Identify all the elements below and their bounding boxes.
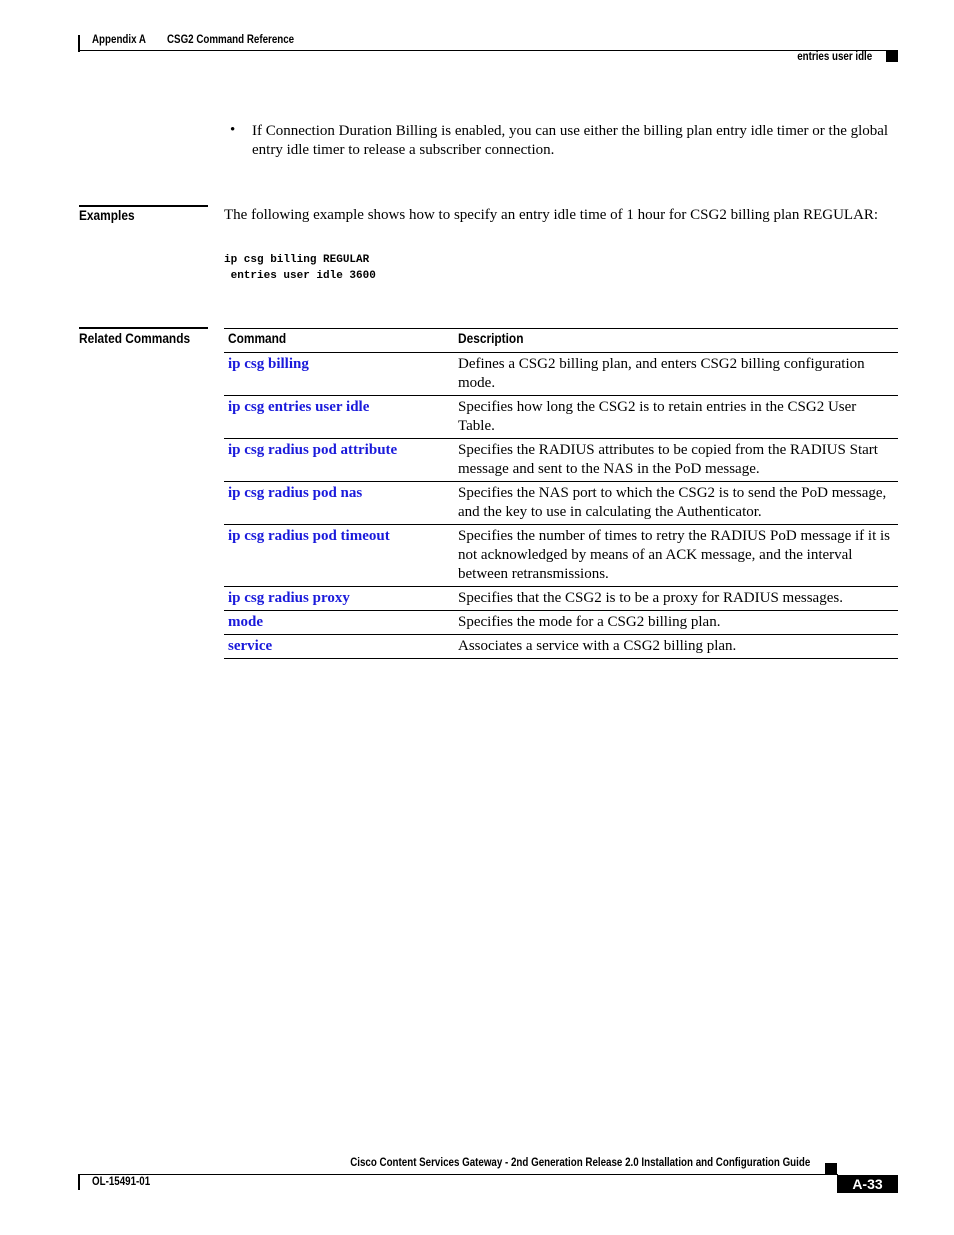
command-link[interactable]: ip csg entries user idle	[228, 399, 369, 415]
related-commands-rule	[79, 327, 208, 329]
footer-page-number: A-33	[837, 1175, 898, 1193]
command-link[interactable]: service	[228, 638, 272, 654]
header-marker	[886, 51, 898, 62]
header-chapter: CSG2 Command Reference	[167, 34, 295, 46]
command-description: Specifies how long the CSG2 is to retain…	[454, 395, 898, 439]
table-row: service Associates a service with a CSG2…	[224, 634, 898, 659]
column-header-command: Command	[224, 328, 454, 353]
command-description: Defines a CSG2 billing plan, and enters …	[454, 352, 898, 396]
command-description: Specifies the mode for a CSG2 billing pl…	[454, 610, 898, 635]
examples-code: ip csg billing REGULAR entries user idle…	[224, 254, 376, 282]
table-row: ip csg radius pod nas Specifies the NAS …	[224, 481, 898, 525]
related-commands-table: Command Description ip csg billing Defin…	[224, 328, 898, 659]
table-row: ip csg radius pod attribute Specifies th…	[224, 438, 898, 482]
command-description: Specifies that the CSG2 is to be a proxy…	[454, 586, 898, 611]
related-commands-heading: Related Commands	[79, 330, 191, 346]
footer-rule	[78, 1174, 838, 1175]
usage-note-text: If Connection Duration Billing is enable…	[252, 123, 889, 158]
table-row: mode Specifies the mode for a CSG2 billi…	[224, 610, 898, 635]
bullet-icon: •	[230, 122, 236, 138]
command-link[interactable]: mode	[228, 614, 263, 630]
command-description: Specifies the number of times to retry t…	[454, 524, 898, 587]
command-link[interactable]: ip csg radius proxy	[228, 590, 350, 606]
table-row: ip csg radius proxy Specifies that the C…	[224, 586, 898, 611]
footer-doc-number: OL-15491-01	[92, 1176, 151, 1188]
header-appendix: Appendix A	[92, 34, 146, 46]
examples-text: The following example shows how to speci…	[224, 207, 879, 223]
footer-left-bar	[78, 1174, 80, 1190]
examples-heading: Examples	[79, 207, 135, 223]
command-link[interactable]: ip csg radius pod nas	[228, 485, 362, 501]
table-row: ip csg entries user idle Specifies how l…	[224, 395, 898, 439]
command-description: Associates a service with a CSG2 billing…	[454, 634, 898, 659]
table-header-row: Command Description	[224, 328, 898, 353]
command-description: Specifies the RADIUS attributes to be co…	[454, 438, 898, 482]
command-link[interactable]: ip csg radius pod attribute	[228, 442, 397, 458]
command-link[interactable]: ip csg radius pod timeout	[228, 528, 390, 544]
table-row: ip csg radius pod timeout Specifies the …	[224, 524, 898, 587]
footer-guide-title: Cisco Content Services Gateway - 2nd Gen…	[349, 1157, 810, 1169]
table-row: ip csg billing Defines a CSG2 billing pl…	[224, 352, 898, 396]
column-header-description: Description	[454, 328, 898, 353]
header-section: entries user idle	[797, 51, 872, 63]
header-rule	[78, 50, 898, 51]
command-link[interactable]: ip csg billing	[228, 356, 309, 372]
command-description: Specifies the NAS port to which the CSG2…	[454, 481, 898, 525]
